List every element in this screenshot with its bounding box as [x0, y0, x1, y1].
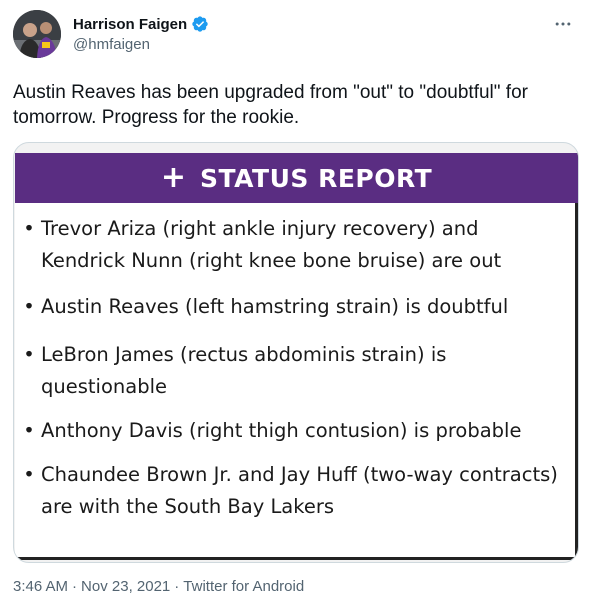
- bullet: •: [23, 295, 35, 318]
- tweet-footer: 3:46 AM · Nov 23, 2021 · Twitter for And…: [13, 578, 304, 595]
- tweet-time[interactable]: 3:46 AM: [13, 578, 68, 595]
- tweet-media[interactable]: + STATUS REPORT • Trevor Ariza (right an…: [13, 142, 579, 563]
- banner-title: STATUS REPORT: [199, 163, 433, 193]
- status-item-text: Trevor Ariza (right ankle injury recover…: [41, 217, 502, 272]
- bullet: •: [23, 463, 35, 486]
- separator: ·: [72, 578, 78, 595]
- verified-badge-icon: [191, 15, 209, 33]
- tweet-source[interactable]: Twitter for Android: [183, 578, 304, 595]
- bullet: •: [23, 419, 35, 442]
- tweet-date[interactable]: Nov 23, 2021: [81, 578, 170, 595]
- status-item-text: Anthony Davis (right thigh contusion) is…: [41, 419, 522, 442]
- status-banner: + STATUS REPORT: [15, 153, 578, 203]
- tweet-text: Austin Reaves has been upgraded from "ou…: [13, 82, 528, 128]
- status-item-text: Chaundee Brown Jr. and Jay Huff (two-way…: [41, 463, 558, 518]
- avatar[interactable]: [13, 10, 61, 58]
- status-item: • Chaundee Brown Jr. and Jay Huff (two-w…: [21, 459, 566, 523]
- bullet: •: [23, 343, 35, 366]
- author-names: Harrison Faigen @hmfaigen: [73, 14, 209, 53]
- status-item: • LeBron James (rectus abdominis strain)…: [21, 339, 566, 403]
- separator: ·: [174, 578, 180, 595]
- status-item-text: LeBron James (rectus abdominis strain) i…: [41, 343, 447, 398]
- handle[interactable]: @hmfaigen: [73, 36, 209, 53]
- status-item-text: Austin Reaves (left hamstring strain) is…: [41, 295, 509, 318]
- status-item: • Trevor Ariza (right ankle injury recov…: [21, 213, 566, 277]
- more-horizontal-icon[interactable]: [551, 14, 575, 34]
- status-item: • Austin Reaves (left hamstring strain) …: [21, 291, 566, 323]
- status-item: • Anthony Davis (right thigh contusion) …: [21, 415, 566, 447]
- display-name[interactable]: Harrison Faigen: [73, 16, 187, 33]
- bullet: •: [23, 217, 35, 240]
- plus-icon: +: [160, 160, 186, 195]
- avatar-photo: [13, 10, 61, 58]
- status-report-image: + STATUS REPORT • Trevor Ariza (right an…: [15, 153, 578, 560]
- tweet-header: Harrison Faigen @hmfaigen: [13, 10, 579, 60]
